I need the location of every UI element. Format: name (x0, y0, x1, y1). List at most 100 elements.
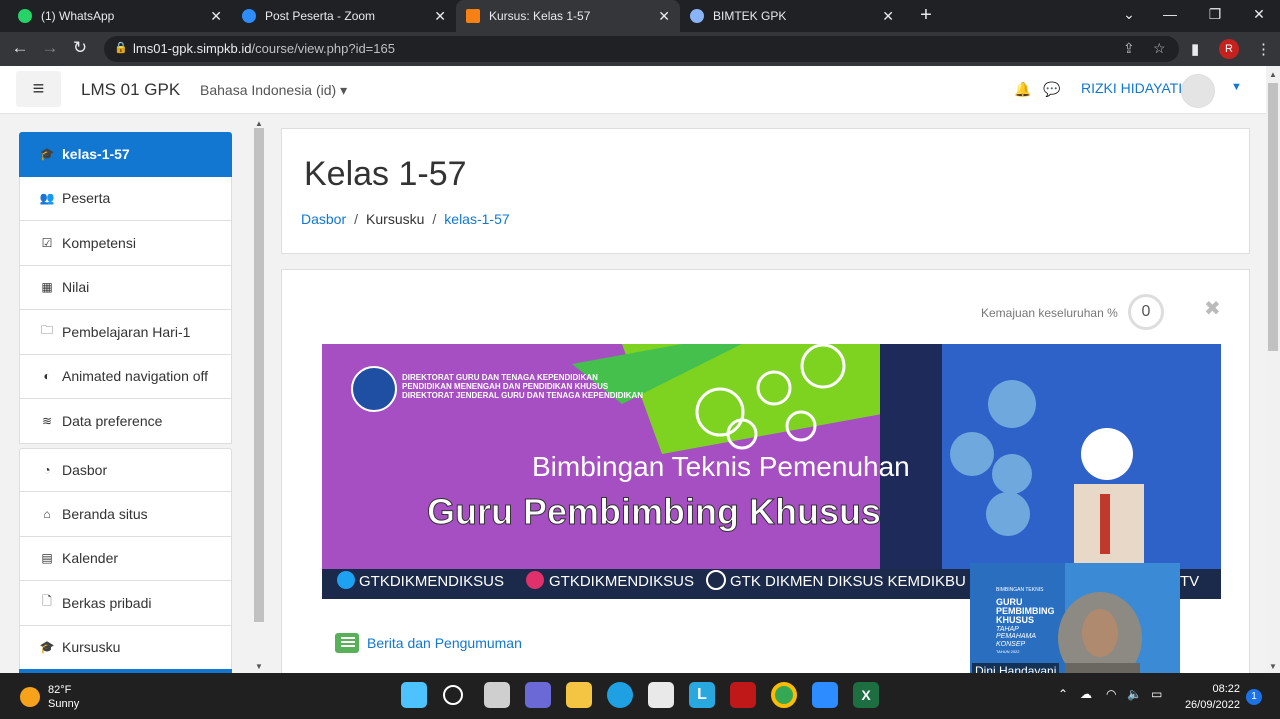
bookmark-star-icon[interactable]: ☆ (1153, 40, 1166, 57)
slide-line: KONSEP (996, 641, 1026, 648)
search-icon[interactable] (443, 685, 463, 705)
drawer-toggle-button[interactable]: ≡ (16, 71, 61, 107)
sidebar-item-peserta[interactable]: 👥 Peserta (19, 176, 232, 221)
banner-tail: TV (1180, 573, 1199, 590)
slide-line: KHUSUS (996, 615, 1034, 625)
zoom-video-tile[interactable]: BIMBINGAN TEKNIS GURU PEMBIMBING KHUSUS … (970, 563, 1180, 681)
scroll-down-icon[interactable]: ▼ (1269, 662, 1277, 671)
tab-zoom[interactable]: Post Peserta - Zoom ✕ (232, 0, 456, 32)
url-bar[interactable]: 🔒 lms01-gpk.simpkb.id/course/view.php?id… (104, 36, 1179, 62)
sidebar-item-beranda[interactable]: ⌂ Beranda situs (19, 492, 232, 537)
banner-subtitle: Bimbingan Teknis Pemenuhan (532, 451, 910, 482)
clock-time: 08:22 (1212, 683, 1240, 695)
edge-icon[interactable] (607, 682, 633, 708)
browser-tab-strip: (1) WhatsApp ✕ Post Peserta - Zoom ✕ Kur… (0, 0, 1280, 32)
scrollbar-thumb[interactable] (254, 128, 264, 622)
windows-taskbar: 82°F Sunny L X ⌃ ☁ ◠ 🔈 ▭ 08:22 26/09/2022… (0, 673, 1280, 719)
breadcrumb-kursusku[interactable]: Kursusku (366, 211, 424, 227)
site-brand[interactable]: LMS 01 GPK (81, 80, 180, 100)
sidebar-item-nilai[interactable]: ▦ Nilai (19, 265, 232, 310)
language-menu[interactable]: Bahasa Indonesia (id) ▾ (200, 82, 347, 99)
banner-org-line3: DIREKTORAT JENDERAL GURU DAN TENAGA KEPE… (402, 391, 643, 400)
menu-kebab-icon[interactable]: ⋮ (1256, 40, 1271, 58)
mcafee-icon[interactable] (730, 682, 756, 708)
close-icon[interactable]: ✕ (434, 8, 446, 25)
sidebar-item-course[interactable]: 🎓 kelas-1-57 (19, 132, 232, 177)
user-name[interactable]: RIZKI HIDAYATI (1081, 80, 1182, 96)
battery-icon[interactable]: ▭ (1151, 687, 1162, 701)
avatar[interactable] (1181, 74, 1215, 108)
profile-avatar[interactable]: R (1219, 39, 1239, 59)
home-icon: ⌂ (43, 506, 51, 521)
news-forum-label[interactable]: Berita dan Pengumuman (367, 635, 522, 651)
breadcrumb: Dasbor / Kursusku / kelas-1-57 (301, 211, 510, 227)
chrome-icon[interactable] (771, 682, 797, 708)
sidebar-item-berkas[interactable]: 🗋 Berkas pribadi (19, 581, 232, 626)
slide-line: BIMBINGAN TEKNIS (996, 587, 1044, 593)
minimize-icon[interactable]: — (1160, 6, 1180, 22)
close-icon[interactable]: ✕ (210, 8, 222, 25)
notification-badge[interactable]: 1 (1246, 689, 1262, 705)
store-icon[interactable] (648, 682, 674, 708)
clock-date: 26/09/2022 (1184, 699, 1240, 711)
sidebar-item-kursusku[interactable]: 🎓 Kursusku (19, 625, 232, 670)
system-clock[interactable]: 08:22 26/09/2022 (1176, 681, 1240, 713)
tab-bimtek[interactable]: BIMTEK GPK ✕ (680, 0, 904, 32)
excel-icon[interactable]: X (853, 682, 879, 708)
close-icon[interactable]: ✕ (882, 8, 894, 25)
new-tab-icon[interactable]: + (915, 4, 937, 27)
sidebar-item-dasbor[interactable]: ◔ Dasbor (19, 447, 232, 492)
twitter-icon (337, 571, 355, 589)
scroll-up-icon[interactable]: ▲ (255, 119, 263, 128)
check-square-icon: ☑ (41, 235, 53, 250)
share-icon[interactable]: ⇪ (1123, 40, 1135, 57)
sidebar-item-animated-nav[interactable]: ◐ Animated navigation off (19, 354, 232, 399)
teams-chat-icon[interactable] (525, 682, 551, 708)
banner-org-line1: DIREKTORAT GURU DAN TENAGA KEPENDIDIKAN (402, 373, 598, 382)
sidebar-item-label: kelas-1-57 (62, 146, 130, 163)
reload-icon[interactable]: ↻ (69, 38, 91, 58)
zoom-icon[interactable] (812, 682, 838, 708)
scroll-up-icon[interactable]: ▲ (1269, 70, 1277, 79)
tab-kursus[interactable]: Kursus: Kelas 1-57 ✕ (456, 0, 680, 32)
course-banner: DIREKTORAT GURU DAN TENAGA KEPENDIDIKAN … (322, 344, 1221, 599)
task-view-icon[interactable] (484, 682, 510, 708)
volume-icon[interactable]: 🔈 (1127, 687, 1142, 701)
sun-icon (20, 687, 40, 707)
close-icon[interactable]: ✕ (658, 8, 670, 25)
sidebar-scrollbar[interactable]: ▲ ▼ (253, 117, 265, 673)
page-scrollbar[interactable]: ▲ ▼ (1266, 66, 1280, 673)
window-close-icon[interactable]: ✕ (1249, 6, 1269, 23)
forward-icon[interactable]: → (39, 38, 61, 58)
forum-icon (335, 633, 359, 653)
chevron-up-icon[interactable]: ⌃ (1058, 687, 1068, 701)
tab-whatsapp[interactable]: (1) WhatsApp ✕ (8, 0, 232, 32)
breadcrumb-dasbor[interactable]: Dasbor (301, 211, 346, 227)
cloud-icon[interactable]: ☁ (1080, 687, 1092, 701)
sidebar-item-data-preference[interactable]: ≋ Data preference (19, 399, 232, 444)
news-forum-link[interactable]: Berita dan Pengumuman (335, 633, 522, 653)
side-panel-icon[interactable]: ▮ (1191, 40, 1199, 58)
sidebar-item-kompetensi[interactable]: ☑ Kompetensi (19, 221, 232, 266)
lms-l-icon[interactable]: L (689, 682, 715, 708)
banner-title: Guru Pembimbing Khusus (427, 491, 881, 532)
tab-search-icon[interactable]: ⌄ (1119, 6, 1139, 23)
sidebar-item-label: Data preference (62, 412, 163, 429)
restore-icon[interactable]: ❐ (1205, 6, 1225, 23)
file-explorer-icon[interactable] (566, 682, 592, 708)
scroll-down-icon[interactable]: ▼ (255, 662, 263, 671)
start-icon[interactable] (401, 682, 427, 708)
bell-icon[interactable]: 🔔 (1014, 81, 1031, 98)
breadcrumb-course[interactable]: kelas-1-57 (444, 211, 509, 227)
sidebar-item-kalender[interactable]: ▤ Kalender (19, 536, 232, 581)
url-text[interactable]: lms01-gpk.simpkb.id/course/view.php?id=1… (133, 41, 395, 56)
chevron-down-icon[interactable]: ▼ (1231, 81, 1242, 93)
globe-icon (690, 9, 704, 23)
close-icon[interactable]: ✖ (1204, 296, 1221, 321)
sidebar-item-pembelajaran[interactable]: 🗀 Pembelajaran Hari-1 (19, 310, 232, 355)
scrollbar-thumb[interactable] (1268, 83, 1278, 351)
weather-widget[interactable]: 82°F Sunny (20, 683, 79, 711)
message-icon[interactable]: 💬 (1043, 81, 1060, 98)
wifi-icon[interactable]: ◠ (1106, 687, 1116, 701)
back-icon[interactable]: ← (9, 38, 31, 58)
